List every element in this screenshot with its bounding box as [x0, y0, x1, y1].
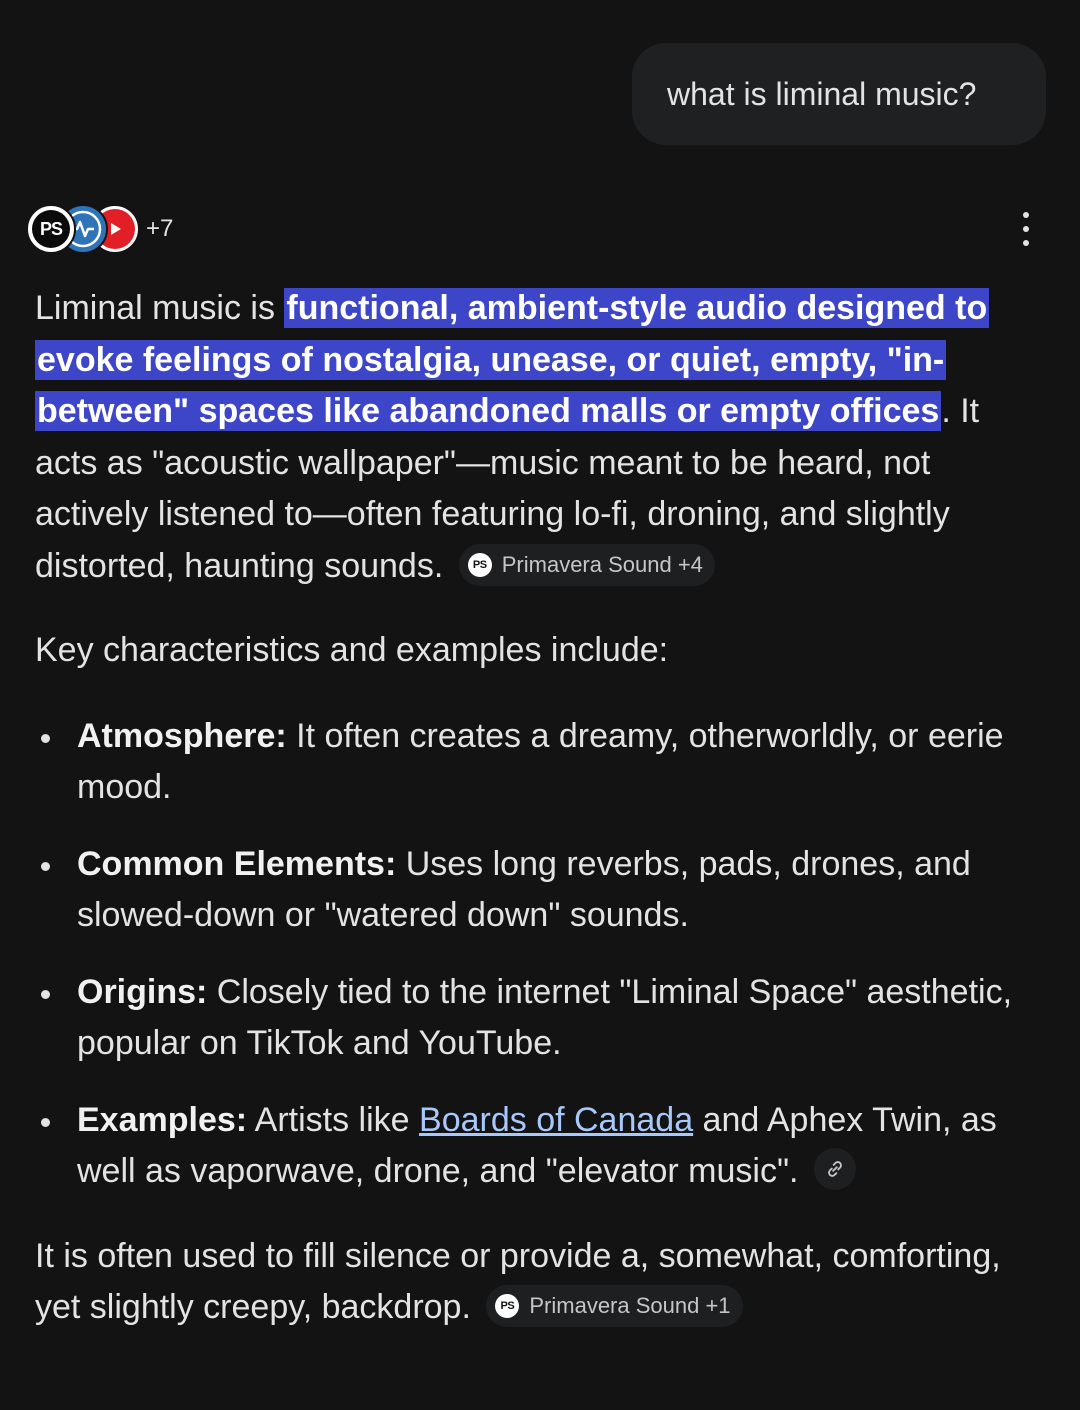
- primavera-sound-logo-icon: PS: [467, 552, 492, 577]
- citation-chip[interactable]: PS Primavera Sound +4: [458, 543, 715, 586]
- answer-body: Liminal music is functional, ambient-sty…: [35, 283, 1045, 1334]
- closing-paragraph: It is often used to fill silence or prov…: [35, 1231, 1045, 1334]
- more-vert-icon[interactable]: [1012, 212, 1040, 246]
- list-item: Atmosphere: It often creates a dreamy, o…: [35, 711, 1045, 814]
- primavera-sound-logo-icon: PS: [26, 204, 76, 254]
- citation-label: Primavera Sound +1: [529, 1293, 731, 1319]
- user-query-bubble: what is liminal music?: [632, 43, 1046, 145]
- ps-logo-text: PS: [32, 210, 70, 248]
- boards-of-canada-link[interactable]: Boards of Canada: [419, 1101, 693, 1139]
- bullet-term: Common Elements:: [77, 844, 397, 883]
- intro-lead: Liminal music is: [35, 289, 285, 327]
- bullet-term: Examples:: [77, 1100, 248, 1139]
- intro-paragraph: Liminal music is functional, ambient-sty…: [35, 283, 1045, 592]
- user-query-text: what is liminal music?: [667, 75, 977, 112]
- sources-stack[interactable]: PS +7: [26, 204, 173, 254]
- sources-more-count: +7: [146, 215, 174, 242]
- primavera-sound-logo-icon: PS: [495, 1294, 520, 1319]
- list-item: Origins: Closely tied to the internet "L…: [35, 967, 1045, 1070]
- characteristics-list: Atmosphere: It often creates a dreamy, o…: [35, 711, 1045, 1198]
- bullet-term: Origins:: [77, 972, 208, 1011]
- key-heading: Key characteristics and examples include…: [35, 631, 669, 669]
- ai-answer-page: what is liminal music? PS +7 Liminal mus…: [0, 0, 1080, 1410]
- bullet-text-before: Artists like: [247, 1100, 420, 1139]
- bullet-term: Atmosphere:: [77, 716, 287, 755]
- list-item: Examples: Artists like Boards of Canada …: [35, 1095, 1045, 1198]
- citation-chip[interactable]: PS Primavera Sound +1: [486, 1285, 743, 1328]
- list-item: Common Elements: Uses long reverbs, pads…: [35, 839, 1045, 942]
- bullet-text: Closely tied to the internet "Liminal Sp…: [77, 972, 1013, 1063]
- citation-label: Primavera Sound +4: [501, 551, 703, 577]
- link-icon[interactable]: [813, 1148, 856, 1191]
